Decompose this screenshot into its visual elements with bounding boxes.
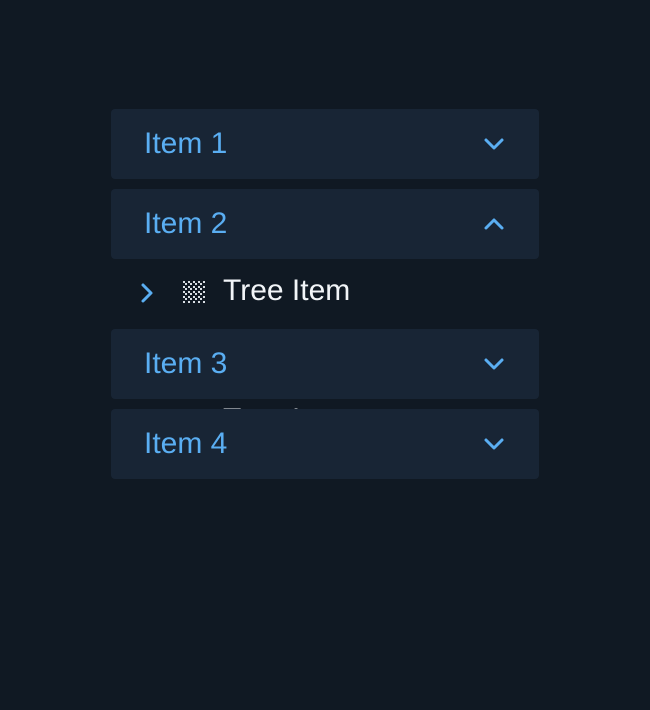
grid-icon	[182, 280, 208, 306]
chevron-down-icon	[483, 354, 505, 374]
accordion-header-item-4[interactable]: Item 4	[111, 409, 539, 479]
chevron-right-icon[interactable]	[138, 281, 156, 305]
accordion-label: Item 2	[144, 207, 228, 240]
tree-item-row[interactable]: Tree Item	[111, 259, 539, 329]
chevron-up-icon	[483, 214, 505, 234]
accordion-label: Item 4	[144, 427, 228, 460]
tree-item-label: Tree Item	[223, 274, 351, 307]
accordion-header-item-2[interactable]: Item 2	[111, 189, 539, 259]
accordion-label: Item 3	[144, 347, 228, 380]
chevron-down-icon	[483, 134, 505, 154]
chevron-down-icon	[483, 434, 505, 454]
accordion-header-item-1[interactable]: Item 1	[111, 109, 539, 179]
accordion-header-item-3[interactable]: Item 3	[111, 329, 539, 399]
accordion-label: Item 1	[144, 127, 228, 160]
